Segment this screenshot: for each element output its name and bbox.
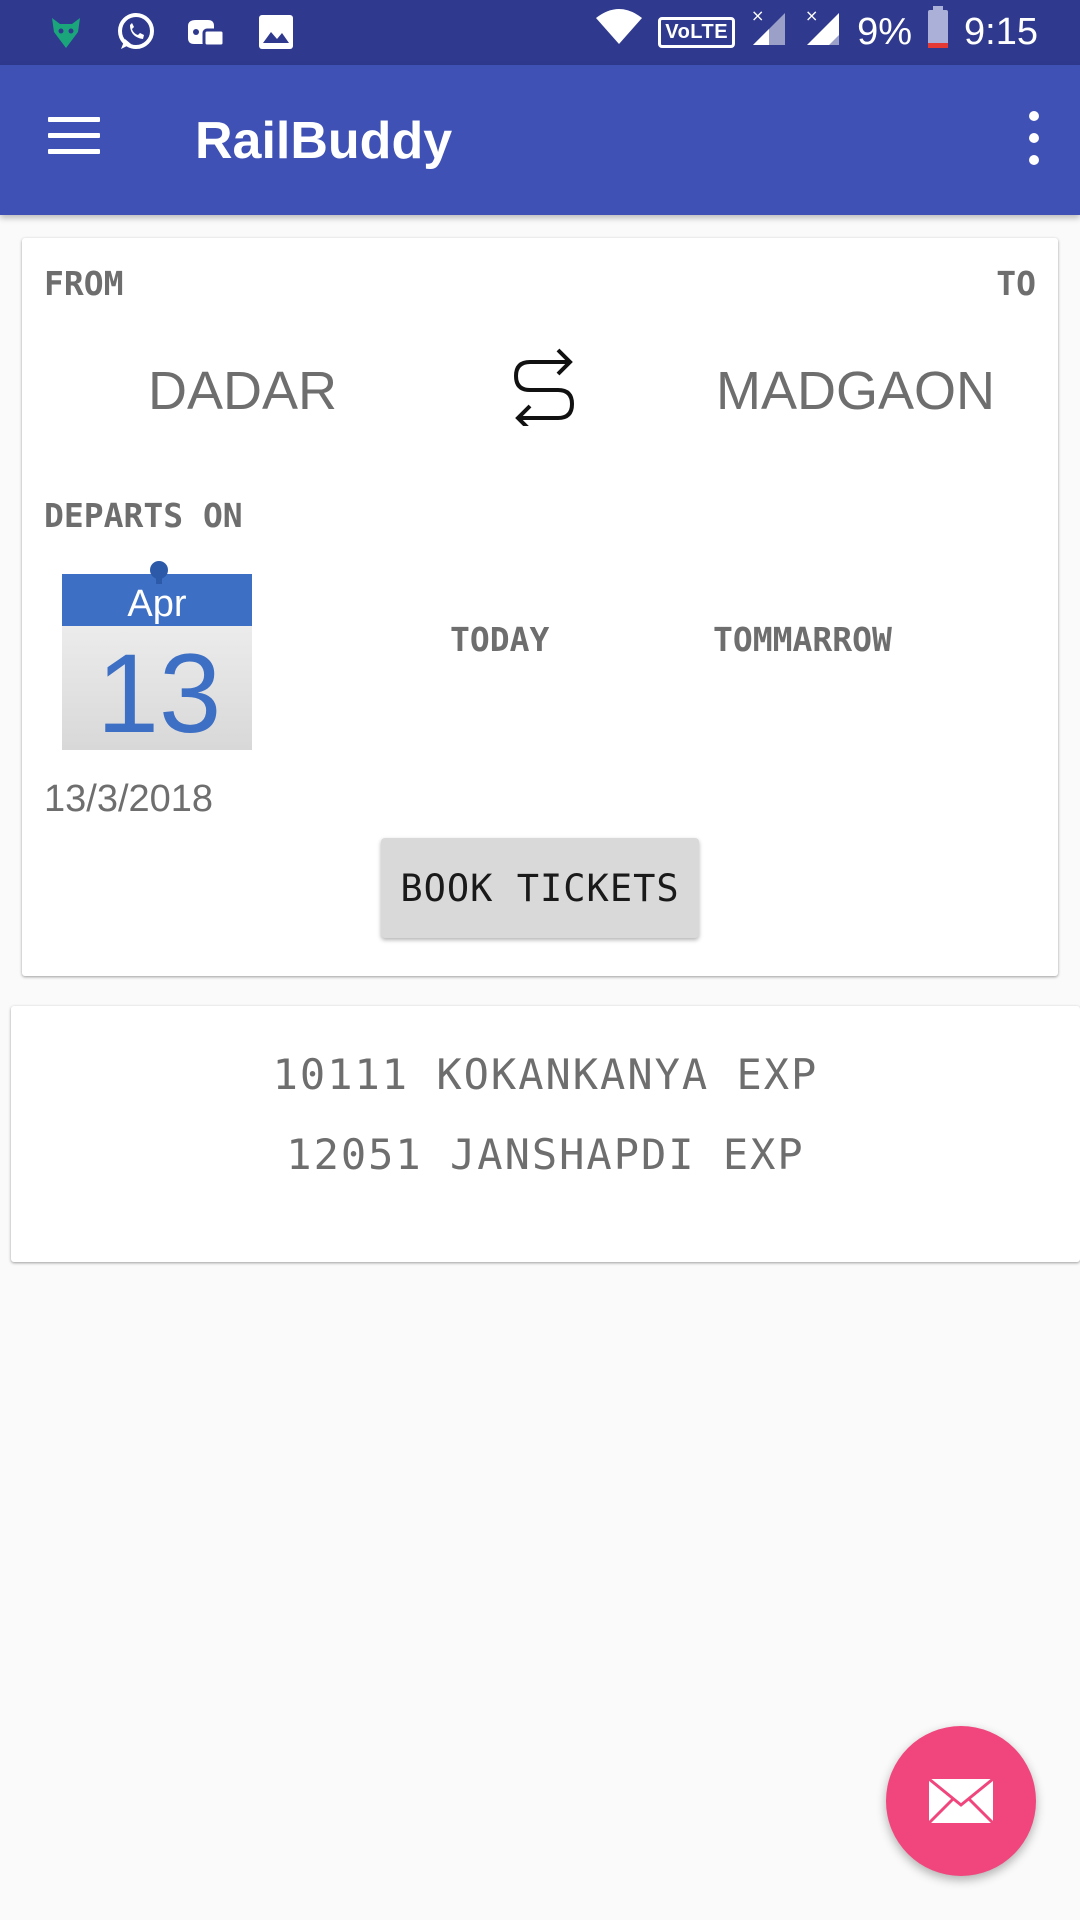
train-list-item[interactable]: 10111 KOKANKANYA EXP [11,1050,1080,1099]
train-list-item[interactable]: 12051 JANSHAPDI EXP [11,1130,1080,1179]
today-option[interactable]: TODAY [450,620,549,659]
image-icon [254,10,298,54]
system-status: VoLTE × × 9% 9:15 [594,5,1038,59]
tomorrow-option[interactable]: TOMMARROW [713,620,892,659]
app-bar: RailBuddy [0,65,1080,215]
svg-text:×: × [751,7,764,25]
from-label: FROM [44,264,124,303]
svg-text:×: × [805,7,818,25]
battery-icon [926,5,950,59]
signal-1-icon: × [749,6,789,57]
train-list-card: 10111 KOKANKANYA EXP 12051 JANSHAPDI EXP [11,1006,1080,1262]
menu-icon[interactable] [48,117,100,157]
wifi-icon [594,8,644,56]
calendar-icon[interactable]: Apr 13 [62,560,252,756]
game-controller-icon [184,10,228,54]
battery-percent: 9% [857,10,913,53]
mail-icon [927,1777,995,1825]
notification-icons [44,10,298,54]
volte-badge: VoLTE [658,16,736,48]
app-title: RailBuddy [195,112,453,170]
calendar-day: 13 [97,631,222,750]
app-fox-icon [44,10,88,54]
calendar-month: Apr [127,583,186,625]
book-tickets-button[interactable]: BOOK TICKETS [381,838,699,938]
status-bar: VoLTE × × 9% 9:15 [0,0,1080,65]
selected-date: 13/3/2018 [44,778,214,820]
to-station[interactable]: MADGAON [716,360,995,422]
to-label: TO [996,264,1036,303]
signal-2-icon: × [803,6,843,57]
departs-label: DEPARTS ON [44,496,243,535]
clock: 9:15 [964,10,1038,53]
whatsapp-icon [114,10,158,54]
swap-stations-icon[interactable] [508,340,580,432]
more-options-icon[interactable] [1024,111,1044,165]
from-station[interactable]: DADAR [148,360,337,422]
email-fab-button[interactable] [886,1726,1036,1876]
journey-card: FROM TO DADAR MADGAON DEPARTS ON Apr 13 … [22,238,1058,976]
